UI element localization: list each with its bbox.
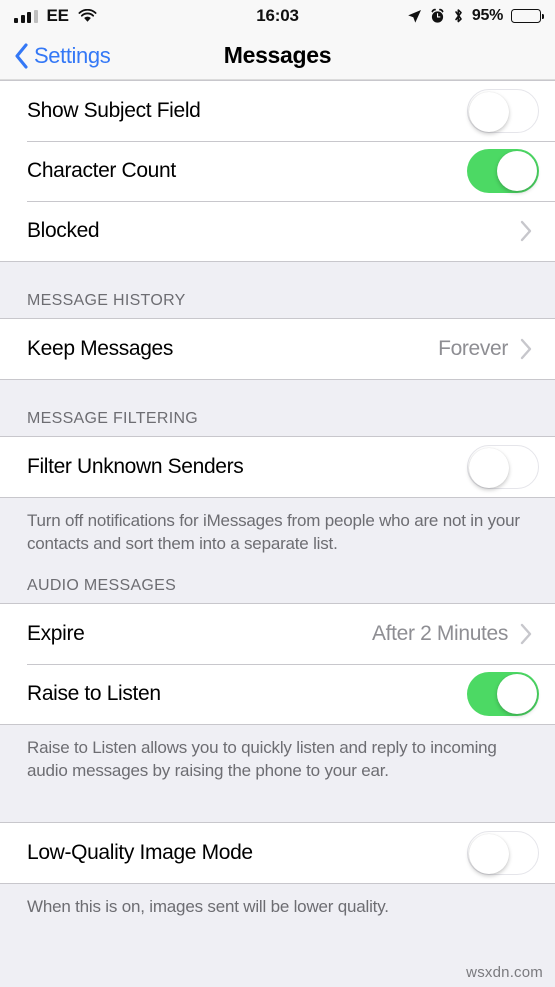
battery-percent: 95% <box>471 7 503 24</box>
back-button-label: Settings <box>34 42 111 68</box>
row-label: Expire <box>27 622 85 646</box>
status-bar: EE 16:03 95% <box>0 0 555 32</box>
settings-group-image-quality: Low-Quality Image Mode <box>0 822 555 885</box>
row-label: Show Subject Field <box>27 99 201 122</box>
bluetooth-icon <box>453 8 464 24</box>
carrier-name: EE <box>46 6 69 25</box>
wifi-icon <box>78 9 97 23</box>
section-footer-image-quality: When this is on, images sent will be low… <box>0 884 555 938</box>
row-value: After 2 Minutes <box>372 622 508 646</box>
settings-group-audio-messages: Expire After 2 Minutes Raise to Listen <box>0 603 555 726</box>
section-header-audio-messages: AUDIO MESSAGES <box>0 573 555 604</box>
status-bar-left: EE <box>14 6 97 26</box>
section-footer-audio-messages: Raise to Listen allows you to quickly li… <box>0 725 555 801</box>
location-arrow-icon <box>407 9 422 24</box>
toggle-character-count[interactable] <box>467 149 539 193</box>
row-keep-messages[interactable]: Keep Messages Forever <box>0 319 555 379</box>
row-low-quality-image-mode[interactable]: Low-Quality Image Mode <box>0 823 555 884</box>
row-label: Filter Unknown Senders <box>27 455 244 478</box>
row-character-count[interactable]: Character Count <box>0 141 555 201</box>
section-header-message-history: MESSAGE HISTORY <box>0 262 555 318</box>
row-show-subject-field[interactable]: Show Subject Field <box>0 81 555 141</box>
row-blocked[interactable]: Blocked <box>0 201 555 261</box>
row-filter-unknown-senders[interactable]: Filter Unknown Senders <box>0 437 555 497</box>
chevron-left-icon <box>14 42 29 69</box>
navigation-bar: Settings Messages <box>0 32 555 80</box>
settings-group-message-filtering: Filter Unknown Senders <box>0 436 555 498</box>
toggle-raise-to-listen[interactable] <box>467 672 539 717</box>
toggle-filter-unknown-senders[interactable] <box>467 445 539 489</box>
status-bar-right: 95% <box>407 7 544 25</box>
section-gap <box>0 800 555 823</box>
cellular-signal-icon <box>14 9 38 23</box>
row-label: Raise to Listen <box>27 682 161 706</box>
section-footer-message-filtering: Turn off notifications for iMessages fro… <box>0 498 555 574</box>
settings-list[interactable]: Show Subject Field Character Count Block… <box>0 80 555 987</box>
row-expire[interactable]: Expire After 2 Minutes <box>0 604 555 665</box>
row-label: Blocked <box>27 219 100 242</box>
chevron-right-icon <box>520 623 539 645</box>
alarm-clock-icon <box>430 8 445 24</box>
settings-group-general: Show Subject Field Character Count Block… <box>0 80 555 262</box>
row-label: Character Count <box>27 159 176 182</box>
row-raise-to-listen[interactable]: Raise to Listen <box>0 664 555 725</box>
toggle-show-subject-field[interactable] <box>467 89 539 133</box>
row-label: Keep Messages <box>27 337 174 360</box>
battery-icon <box>511 9 544 23</box>
section-header-message-filtering: MESSAGE FILTERING <box>0 380 555 436</box>
chevron-right-icon <box>520 338 539 360</box>
settings-group-message-history: Keep Messages Forever <box>0 318 555 380</box>
toggle-low-quality-image-mode[interactable] <box>467 831 539 876</box>
row-value: Forever <box>438 337 508 360</box>
watermark: wsxdn.com <box>466 964 543 981</box>
back-button[interactable]: Settings <box>0 42 111 69</box>
messages-settings-screen: EE 16:03 95% Settings Messages Show Subj… <box>0 0 555 987</box>
chevron-right-icon <box>520 220 539 242</box>
row-label: Low-Quality Image Mode <box>27 841 253 865</box>
